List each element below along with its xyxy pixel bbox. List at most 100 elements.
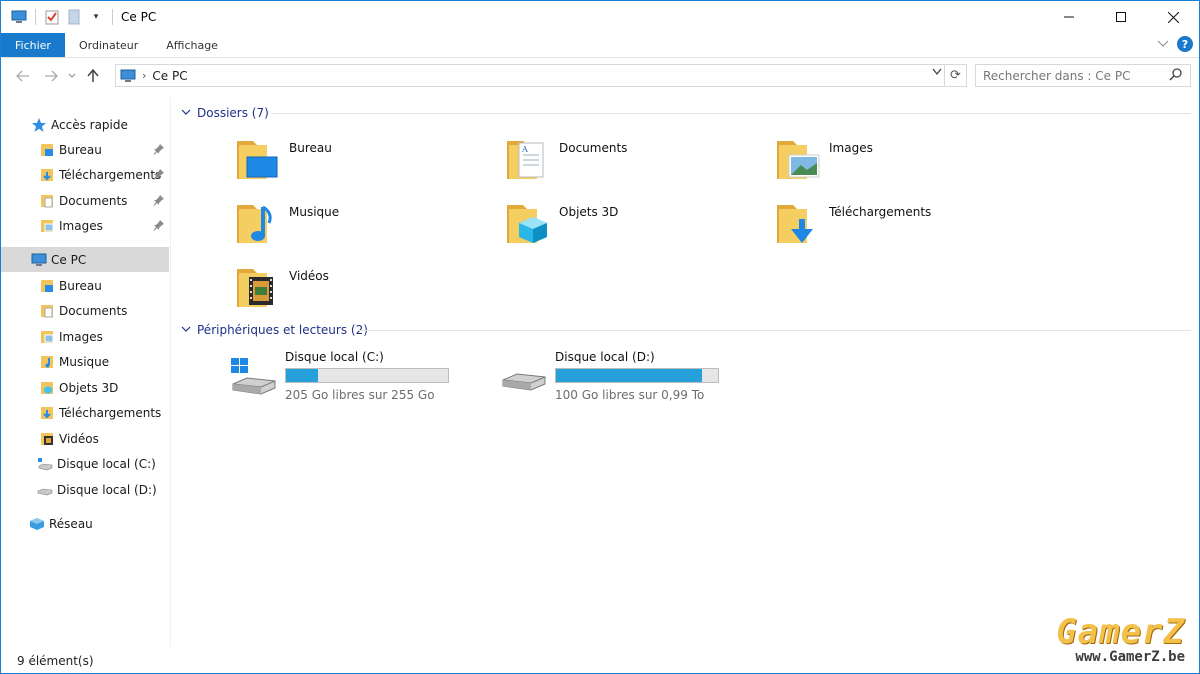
recent-locations-chevron-icon[interactable] <box>65 62 79 90</box>
folder-label: Images <box>829 141 873 155</box>
address-dropdown-chevron-icon[interactable] <box>932 68 942 79</box>
close-button[interactable] <box>1147 1 1199 33</box>
sidebar-item-label: Disque local (D:) <box>57 482 157 497</box>
collapse-chevron-icon[interactable] <box>181 108 193 119</box>
toolbar-separator <box>35 9 36 25</box>
sidebar-item-network[interactable]: Réseau <box>1 511 169 536</box>
address-bar[interactable]: › Ce PC ⟳ <box>115 64 967 87</box>
expand-ribbon-chevron-icon[interactable] <box>1157 38 1169 51</box>
sidebar-item-label: Images <box>59 218 103 233</box>
folder-tile-downloads[interactable]: Téléchargements <box>775 199 1035 251</box>
pin-icon[interactable] <box>153 143 165 155</box>
folder-label: Documents <box>559 141 628 155</box>
downloads-folder-icon <box>39 405 55 421</box>
sidebar-item-quick-documents[interactable]: Documents <box>1 188 169 213</box>
sidebar-item-quick-pictures[interactable]: Images <box>1 213 169 238</box>
star-icon <box>31 117 47 133</box>
sidebar-item-label: Téléchargements <box>59 167 162 182</box>
minimize-button[interactable] <box>1043 1 1095 33</box>
sidebar-item-this-pc[interactable]: Ce PC <box>1 247 169 272</box>
sidebar-item-3d-objects[interactable]: Objets 3D <box>1 375 169 400</box>
search-input[interactable]: Rechercher dans : Ce PC <box>975 64 1191 87</box>
pictures-folder-icon <box>39 329 55 345</box>
folder-tile-3d-objects[interactable]: Objets 3D <box>505 199 765 251</box>
folders-group-header[interactable]: Dossiers (7) <box>181 103 1191 123</box>
drive-free-space: 205 Go libres sur 255 Go <box>285 388 435 402</box>
sidebar-item-downloads[interactable]: Téléchargements <box>1 400 169 425</box>
properties-icon[interactable] <box>44 9 60 25</box>
drive-tile-c[interactable]: Disque local (C:) 205 Go libres sur 255 … <box>229 350 489 406</box>
sidebar-item-drive-c[interactable]: Disque local (C:) <box>1 451 169 476</box>
documents-folder-icon <box>39 303 55 319</box>
sidebar-item-label: Musique <box>59 354 110 369</box>
sidebar-item-desktop[interactable]: Bureau <box>1 273 169 298</box>
group-title: Périphériques et lecteurs (2) <box>197 323 368 337</box>
refresh-icon[interactable]: ⟳ <box>944 65 966 86</box>
breadcrumb-this-pc[interactable]: Ce PC <box>152 69 187 83</box>
collapse-chevron-icon[interactable] <box>181 325 193 336</box>
search-icon[interactable] <box>1169 68 1182 84</box>
maximize-button[interactable] <box>1095 1 1147 33</box>
ribbon-tabs: Fichier Ordinateur Affichage ? <box>1 33 1199 58</box>
pictures-folder-icon <box>777 141 820 179</box>
tab-computer[interactable]: Ordinateur <box>65 33 152 57</box>
sidebar-item-quick-access[interactable]: Accès rapide <box>1 112 169 137</box>
breadcrumb-chevron-icon[interactable]: › <box>142 69 146 82</box>
documents-folder-icon <box>39 193 55 209</box>
folder-tile-pictures[interactable]: Images <box>775 135 1035 187</box>
pin-icon[interactable] <box>153 168 165 180</box>
tab-view[interactable]: Affichage <box>152 33 232 57</box>
drive-tile-d[interactable]: Disque local (D:) 100 Go libres sur 0,99… <box>499 350 759 406</box>
this-pc-icon <box>11 9 27 25</box>
folder-tile-documents[interactable]: A Documents <box>505 135 765 187</box>
sidebar-item-documents[interactable]: Documents <box>1 298 169 323</box>
customize-toolbar-icon[interactable]: ▾ <box>88 9 104 25</box>
forward-button[interactable] <box>37 62 65 90</box>
folder-label: Vidéos <box>289 269 329 283</box>
toolbar-separator <box>112 9 113 25</box>
music-folder-icon <box>39 354 55 370</box>
search-placeholder: Rechercher dans : Ce PC <box>983 68 1131 83</box>
pin-icon[interactable] <box>153 219 165 231</box>
up-button[interactable] <box>79 62 107 90</box>
hard-drive-icon <box>502 373 546 391</box>
watermark: GamerZ www.GamerZ.be <box>1056 615 1185 665</box>
desktop-folder-icon <box>39 278 55 294</box>
devices-group-header[interactable]: Périphériques et lecteurs (2) <box>181 320 1191 340</box>
watermark-logo: GamerZ <box>1056 612 1185 652</box>
pin-icon[interactable] <box>153 194 165 206</box>
folder-tile-desktop[interactable]: Bureau <box>235 135 495 187</box>
folder-label: Musique <box>289 205 340 219</box>
navigation-bar: › Ce PC ⟳ Rechercher dans : Ce PC <box>1 59 1199 93</box>
navigation-pane: Accès rapide Bureau Téléchargements Docu… <box>1 97 171 647</box>
sidebar-item-label: Objets 3D <box>59 380 119 395</box>
3d-objects-folder-icon <box>39 380 55 396</box>
hard-drive-icon <box>37 482 53 498</box>
window-title: Ce PC <box>121 10 157 24</box>
sidebar-item-videos[interactable]: Vidéos <box>1 426 169 451</box>
sidebar-item-quick-downloads[interactable]: Téléchargements <box>1 162 169 187</box>
back-button[interactable] <box>9 62 37 90</box>
sidebar-item-drive-d[interactable]: Disque local (D:) <box>1 477 169 502</box>
help-icon[interactable]: ? <box>1177 36 1193 52</box>
sidebar-item-label: Bureau <box>59 278 102 293</box>
folder-label: Téléchargements <box>829 205 932 219</box>
sidebar-item-label: Disque local (C:) <box>57 456 156 471</box>
new-folder-icon[interactable] <box>66 9 82 25</box>
sidebar-item-label: Images <box>59 329 103 344</box>
downloads-folder-icon <box>777 205 813 243</box>
status-bar: 9 élément(s) <box>1 649 1199 673</box>
sidebar-item-quick-desktop[interactable]: Bureau <box>1 137 169 162</box>
sidebar-item-pictures[interactable]: Images <box>1 324 169 349</box>
drive-usage-fill <box>556 369 702 382</box>
drive-usage-bar <box>285 368 449 383</box>
tab-file[interactable]: Fichier <box>1 33 65 57</box>
folder-label: Bureau <box>289 141 332 155</box>
sidebar-item-music[interactable]: Musique <box>1 349 169 374</box>
drive-free-space: 100 Go libres sur 0,99 To <box>555 388 705 402</box>
documents-folder-icon: A <box>507 141 544 179</box>
folder-tile-music[interactable]: Musique <box>235 199 495 251</box>
sidebar-item-label: Vidéos <box>59 431 99 446</box>
group-divider <box>359 330 1191 331</box>
folder-tile-videos[interactable]: Vidéos <box>235 263 495 315</box>
